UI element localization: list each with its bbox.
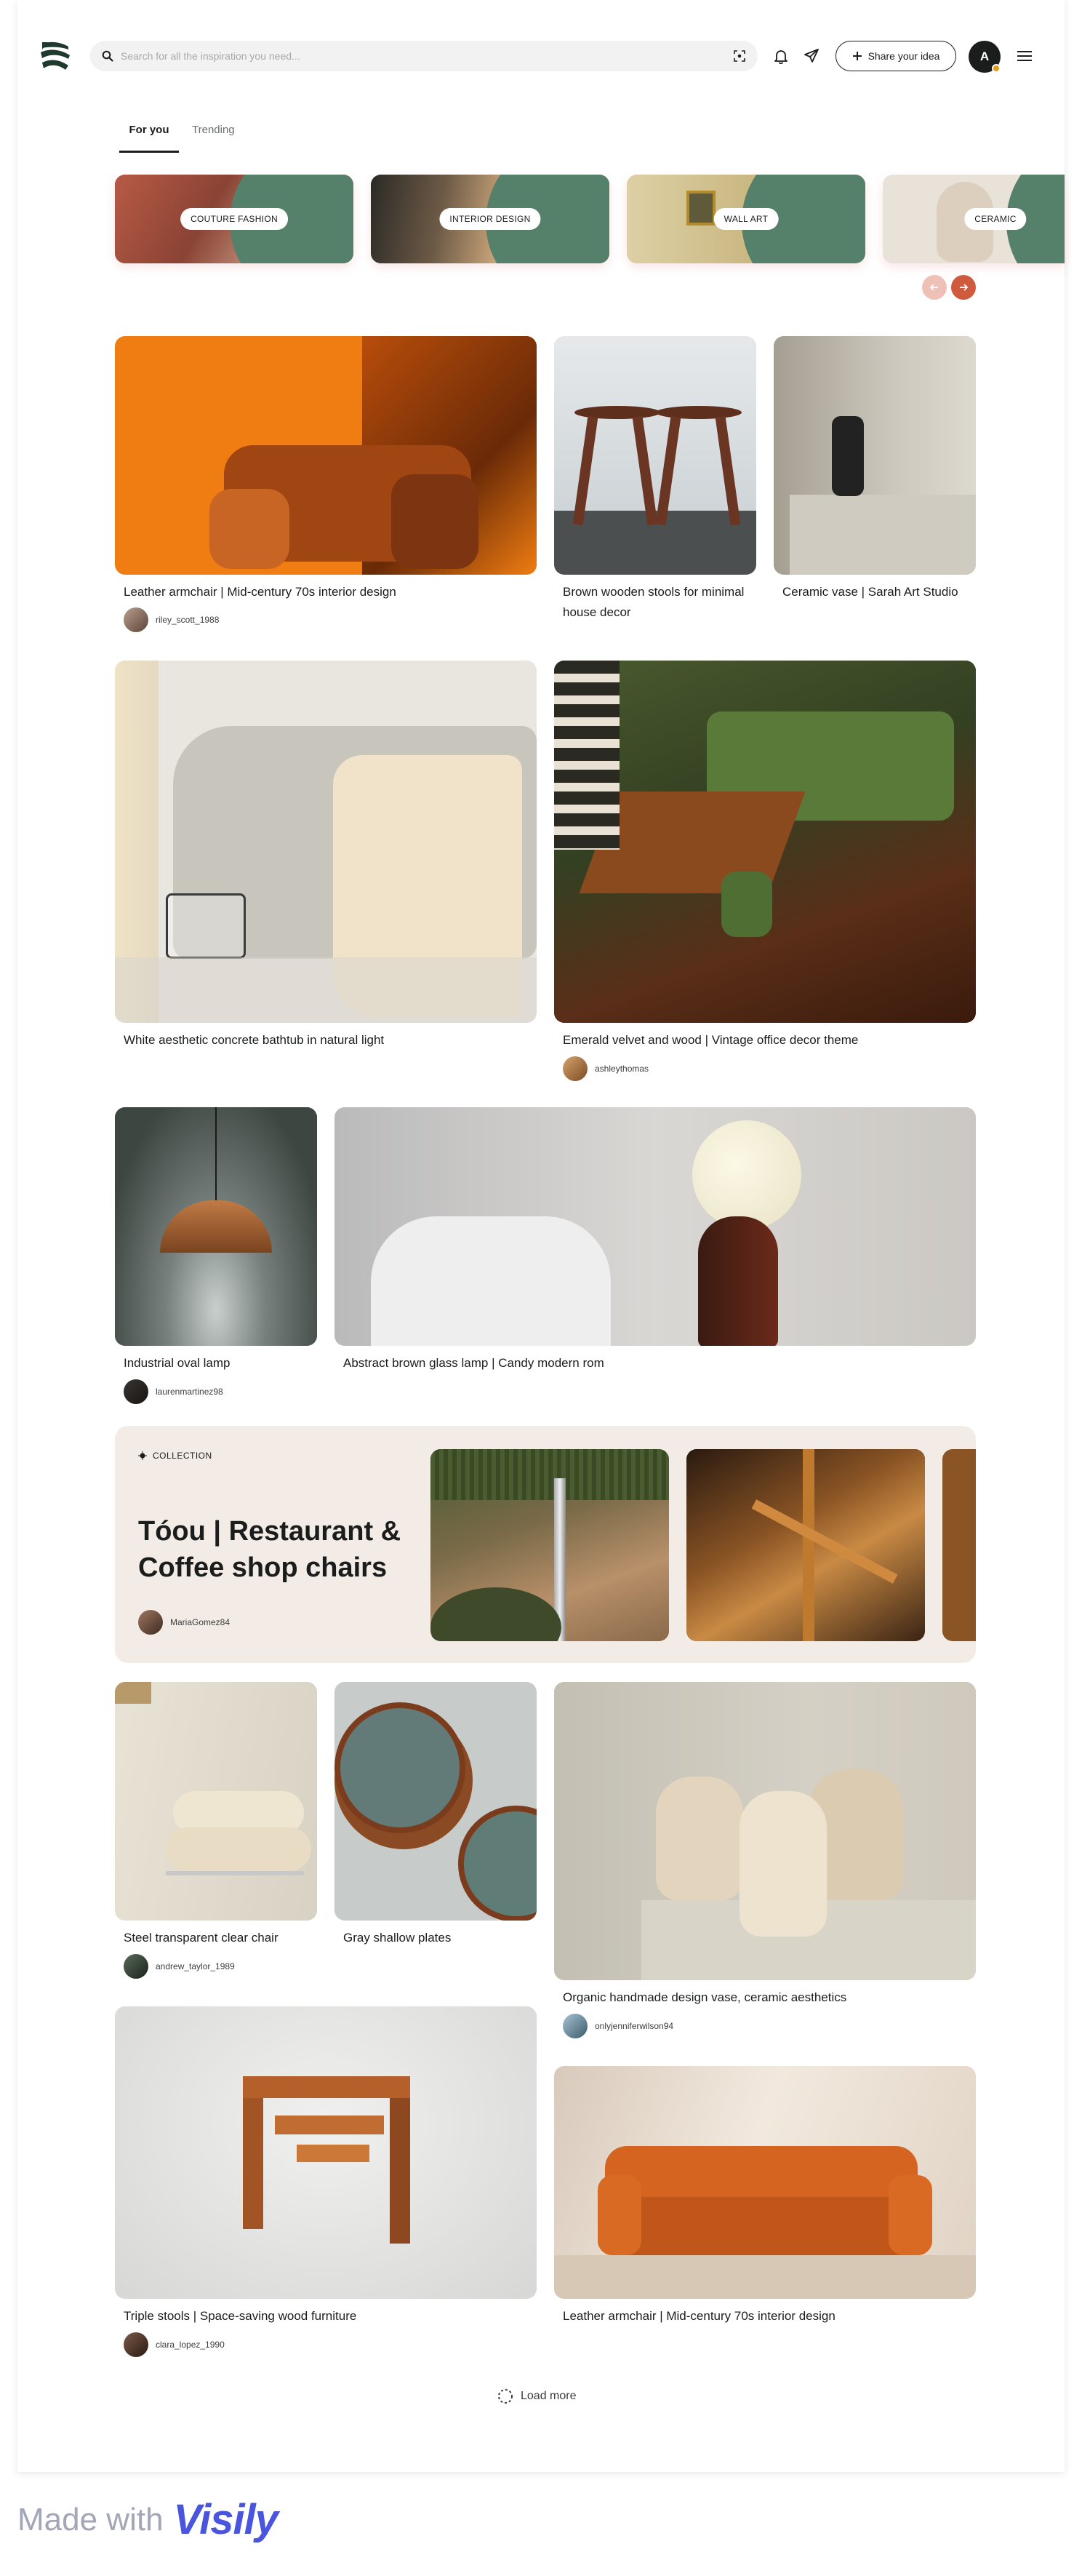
pin-author[interactable]: riley_scott_1988 <box>124 607 219 632</box>
pin-image-ceramic-vase[interactable] <box>774 336 976 575</box>
brand-logo: Visily <box>173 2496 278 2543</box>
avatar <box>124 2332 148 2357</box>
avatar <box>563 2014 588 2038</box>
arrow-left-icon <box>929 284 938 291</box>
category-interior-design[interactable]: INTERIOR DESIGN <box>371 175 609 263</box>
search-bar[interactable]: Search for all the inspiration you need.… <box>90 41 758 71</box>
pin-title[interactable]: Emerald velvet and wood | Vintage office… <box>563 1030 970 1050</box>
pin-image-clear-chair[interactable] <box>115 1682 317 1921</box>
pin-title[interactable]: Gray shallow plates <box>343 1928 532 1948</box>
loading-spinner-icon <box>498 2389 513 2404</box>
pin-image-leather-armchair[interactable] <box>115 336 537 575</box>
made-with-badge[interactable]: Made with Visily <box>17 2495 278 2544</box>
category-label: COUTURE FASHION <box>180 208 288 230</box>
page-frame: Search for all the inspiration you need.… <box>17 0 1065 2472</box>
menu-icon[interactable] <box>1015 47 1034 65</box>
category-couture-fashion[interactable]: COUTURE FASHION <box>115 175 353 263</box>
collection-author[interactable]: MariaGomez84 <box>138 1610 230 1635</box>
pin-image-emerald-office[interactable] <box>554 661 976 1023</box>
collection-image[interactable] <box>686 1449 925 1641</box>
share-idea-label: Share your idea <box>867 50 940 62</box>
load-more-label: Load more <box>521 2390 577 2402</box>
collection-title[interactable]: Tóou | Restaurant & Coffee shop chairs <box>138 1513 414 1586</box>
pin-title[interactable]: Steel transparent clear chair <box>124 1928 313 1948</box>
pin-author[interactable]: ashleythomas <box>563 1056 649 1081</box>
load-more-button[interactable]: Load more <box>497 2388 577 2404</box>
avatar <box>124 1954 148 1979</box>
collection-card[interactable]: COLLECTION Tóou | Restaurant & Coffee sh… <box>115 1426 976 1663</box>
logo[interactable] <box>39 39 71 73</box>
arrow-right-icon <box>960 284 969 291</box>
bell-icon[interactable] <box>772 47 790 65</box>
tab-trending[interactable]: Trending <box>192 124 235 136</box>
pin-title[interactable]: Ceramic vase | Sarah Art Studio <box>782 582 964 602</box>
pin-image-concrete-bathtub[interactable] <box>115 661 537 1023</box>
search-icon <box>102 50 113 62</box>
pin-image-glass-lamp[interactable] <box>334 1107 976 1346</box>
pin-image-handmade-vase[interactable] <box>554 1682 976 1980</box>
pin-image-wooden-stools[interactable] <box>554 336 756 575</box>
category-ceramic[interactable]: CERAMIC <box>883 175 1065 263</box>
avatar <box>124 1379 148 1404</box>
pin-image-gray-plates[interactable] <box>334 1682 537 1921</box>
share-idea-button[interactable]: Share your idea <box>835 41 956 71</box>
pin-image-triple-stools[interactable] <box>115 2006 537 2299</box>
category-label: WALL ART <box>713 208 779 230</box>
category-wall-art[interactable]: WALL ART <box>627 175 865 263</box>
collection-image[interactable] <box>430 1449 669 1641</box>
author-name: onlyjenniferwilson94 <box>595 2021 674 2031</box>
status-dot <box>992 64 1001 73</box>
author-name: andrew_taylor_1989 <box>156 1961 235 1971</box>
image-search-icon[interactable] <box>733 49 746 63</box>
pin-title[interactable]: Abstract brown glass lamp | Candy modern… <box>343 1353 750 1373</box>
pin-title[interactable]: Organic handmade design vase, ceramic ae… <box>563 1987 970 2008</box>
search-input[interactable]: Search for all the inspiration you need.… <box>121 50 733 62</box>
carousel-next-button[interactable] <box>951 275 976 300</box>
user-avatar[interactable]: A <box>969 41 1001 73</box>
category-label: INTERIOR DESIGN <box>439 208 541 230</box>
collection-image[interactable] <box>942 1449 976 1641</box>
pin-author[interactable]: andrew_taylor_1989 <box>124 1954 235 1979</box>
author-name: MariaGomez84 <box>170 1617 231 1627</box>
avatar <box>563 1056 588 1081</box>
pin-title[interactable]: Brown wooden stools for minimal house de… <box>563 582 745 623</box>
sparkle-icon <box>138 1451 147 1460</box>
author-name: riley_scott_1988 <box>156 615 220 625</box>
pin-author[interactable]: clara_lopez_1990 <box>124 2332 225 2357</box>
author-name: laurenmartinez98 <box>156 1387 223 1397</box>
category-label: CERAMIC <box>964 208 1027 230</box>
pin-title[interactable]: Triple stools | Space-saving wood furnit… <box>124 2306 531 2326</box>
author-name: ashleythomas <box>595 1064 649 1074</box>
tab-for-you[interactable]: For you <box>119 124 179 153</box>
pin-title[interactable]: White aesthetic concrete bathtub in natu… <box>124 1030 531 1050</box>
pin-title[interactable]: Leather armchair | Mid-century 70s inter… <box>124 582 531 602</box>
pin-author[interactable]: laurenmartinez98 <box>124 1379 223 1404</box>
pin-title[interactable]: Leather armchair | Mid-century 70s inter… <box>563 2306 970 2326</box>
collection-tag: COLLECTION <box>138 1451 212 1461</box>
pin-image-industrial-lamp[interactable] <box>115 1107 317 1346</box>
carousel-prev-button[interactable] <box>922 275 947 300</box>
avatar <box>138 1610 163 1635</box>
send-icon[interactable] <box>803 47 820 65</box>
avatar-initial: A <box>979 49 990 63</box>
pin-author[interactable]: onlyjenniferwilson94 <box>563 2014 673 2038</box>
pin-image-orange-sofa[interactable] <box>554 2066 976 2299</box>
avatar <box>124 607 148 632</box>
pin-title[interactable]: Industrial oval lamp <box>124 1353 313 1373</box>
author-name: clara_lopez_1990 <box>156 2340 225 2350</box>
made-with-label: Made with <box>17 2501 164 2537</box>
collection-tag-label: COLLECTION <box>153 1451 212 1461</box>
plus-icon <box>852 52 862 60</box>
